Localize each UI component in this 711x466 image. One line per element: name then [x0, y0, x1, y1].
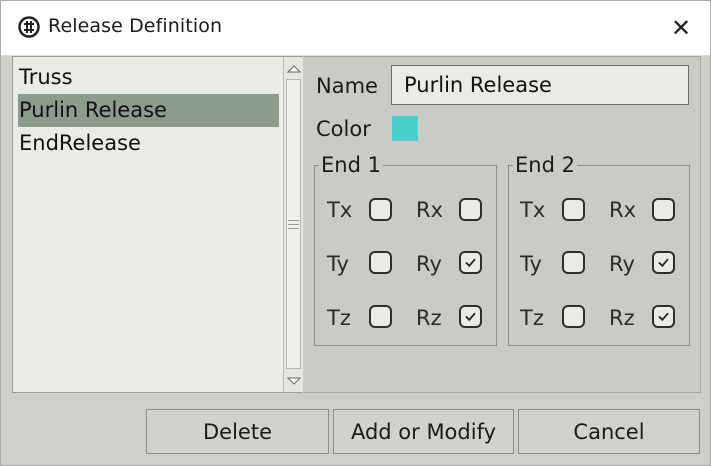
end1-ry-label: Ry: [416, 252, 442, 276]
list-scrollbar[interactable]: [283, 57, 303, 392]
checkmark-icon: [465, 312, 476, 322]
end1-ty-label: Ty: [327, 252, 349, 276]
name-input[interactable]: [391, 65, 689, 105]
end1-tz-label: Tz: [327, 306, 351, 330]
end2-rz-label: Rz: [609, 306, 635, 330]
end1-ry-checkbox[interactable]: [459, 251, 482, 274]
scroll-up-icon: [286, 64, 301, 72]
close-icon: ✕: [670, 14, 692, 42]
color-label: Color: [316, 117, 371, 141]
list-item-truss[interactable]: Truss: [18, 61, 279, 94]
end2-ty-label: Ty: [520, 252, 542, 276]
end2-legend: End 2: [513, 153, 577, 177]
add-or-modify-button[interactable]: Add or Modify: [333, 409, 514, 454]
end1-legend: End 1: [319, 153, 383, 177]
end1-tx-checkbox[interactable]: [369, 198, 392, 221]
window-title: Release Definition: [48, 15, 223, 37]
end1-tz-checkbox[interactable]: [369, 305, 392, 328]
end2-tz-label: Tz: [520, 306, 544, 330]
close-button[interactable]: ✕: [665, 13, 697, 43]
end2-tz-checkbox[interactable]: [562, 305, 585, 328]
release-list: Truss Purlin Release EndRelease: [12, 56, 303, 393]
end2-tx-checkbox[interactable]: [562, 198, 585, 221]
end1-rz-label: Rz: [416, 306, 442, 330]
cancel-button[interactable]: Cancel: [518, 409, 700, 454]
end1-ty-checkbox[interactable]: [369, 251, 392, 274]
scroll-thumb[interactable]: [286, 79, 301, 369]
checkmark-icon: [658, 312, 669, 322]
list-item-endrelease[interactable]: EndRelease: [18, 127, 279, 160]
title-bar: Release Definition ✕: [1, 1, 710, 56]
end1-tx-label: Tx: [327, 198, 353, 222]
app-icon: [18, 16, 40, 38]
grip-icon: [288, 219, 299, 229]
end2-rx-label: Rx: [609, 198, 637, 222]
end1-rz-checkbox[interactable]: [459, 305, 482, 328]
release-definition-dialog: Release Definition ✕ Truss Purlin Releas…: [0, 0, 711, 466]
end2-tx-label: Tx: [520, 198, 546, 222]
end2-ry-checkbox[interactable]: [652, 251, 675, 274]
end1-rx-checkbox[interactable]: [459, 198, 482, 221]
end2-ry-label: Ry: [609, 252, 635, 276]
list-item-purlin-release[interactable]: Purlin Release: [18, 94, 279, 127]
end2-rz-checkbox[interactable]: [652, 305, 675, 328]
checkmark-icon: [465, 258, 476, 268]
scroll-down-icon: [286, 377, 301, 385]
end2-rx-checkbox[interactable]: [652, 198, 675, 221]
scroll-down-button[interactable]: [284, 371, 303, 391]
end2-ty-checkbox[interactable]: [562, 251, 585, 274]
delete-button[interactable]: Delete: [146, 409, 329, 454]
name-label: Name: [316, 74, 378, 98]
end1-rx-label: Rx: [416, 198, 444, 222]
scroll-up-button[interactable]: [284, 58, 303, 78]
color-swatch[interactable]: [392, 116, 418, 141]
checkmark-icon: [658, 258, 669, 268]
